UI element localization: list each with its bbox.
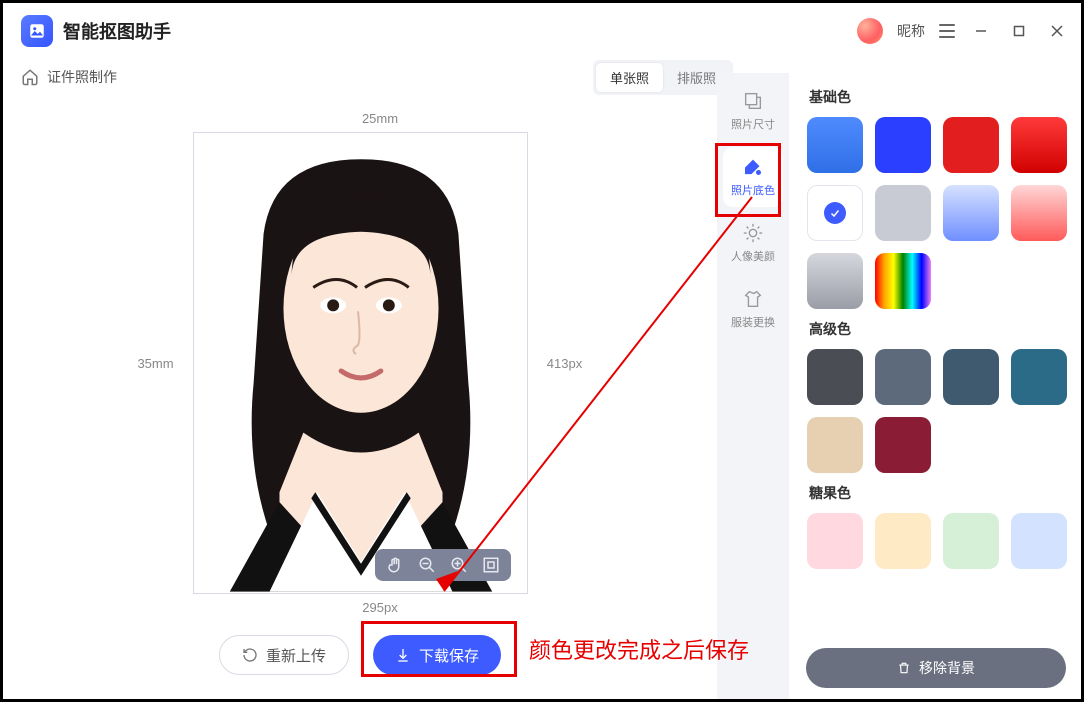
dimension-width-mm: 25mm [89,111,671,126]
swatch-candy-1[interactable] [875,513,931,569]
tool-photo-bg[interactable]: 照片底色 [723,147,783,207]
fit-icon[interactable] [481,555,501,575]
photo-frame [193,132,528,594]
app-title: 智能抠图助手 [63,18,171,44]
tool-dress[interactable]: 服装更换 [723,279,783,339]
swatch-basic-6[interactable] [943,185,999,241]
tool-dress-label: 服装更换 [731,314,775,330]
breadcrumb[interactable]: 证件照制作 [47,67,117,87]
swatch-senior-1[interactable] [875,349,931,405]
swatch-basic-4[interactable] [807,185,863,241]
zoom-in-icon[interactable] [449,555,469,575]
zoom-out-icon[interactable] [417,555,437,575]
tool-beauty-label: 人像美颜 [731,248,775,264]
remove-bg-label: 移除背景 [919,658,975,678]
group-senior-title: 高级色 [809,319,1069,339]
swatch-senior-2[interactable] [943,349,999,405]
swatch-candy-0[interactable] [807,513,863,569]
app-logo [21,15,53,47]
color-panel: 基础色 高级色 糖果色 [789,77,1081,699]
home-icon[interactable] [21,68,39,86]
hamburger-icon[interactable] [939,24,955,38]
swatch-basic-3[interactable] [1011,117,1067,173]
maximize-button[interactable] [1007,19,1031,43]
swatch-senior-5[interactable] [875,417,931,473]
swatch-candy-3[interactable] [1011,513,1067,569]
portrait-preview[interactable] [194,133,527,593]
swatch-basic-7[interactable] [1011,185,1067,241]
swatch-basic-1[interactable] [875,117,931,173]
avatar[interactable] [857,18,883,44]
reupload-label: 重新上传 [266,645,326,666]
minimize-button[interactable] [969,19,993,43]
swatch-basic-9[interactable] [875,253,931,309]
tool-beauty[interactable]: 人像美颜 [723,213,783,273]
group-candy-title: 糖果色 [809,483,1069,503]
swatch-basic-5[interactable] [875,185,931,241]
swatch-senior-0[interactable] [807,349,863,405]
nickname-label[interactable]: 昵称 [897,21,925,41]
swatch-basic-2[interactable] [943,117,999,173]
swatch-basic-0[interactable] [807,117,863,173]
group-basic-title: 基础色 [809,87,1069,107]
hand-tool-icon[interactable] [385,555,405,575]
download-button[interactable]: 下载保存 [373,635,501,675]
reupload-button[interactable]: 重新上传 [219,635,349,675]
swatch-senior-3[interactable] [1011,349,1067,405]
annotation-text: 颜色更改完成之后保存 [529,633,749,665]
remove-bg-button[interactable]: 移除背景 [806,648,1066,688]
tool-bg-label: 照片底色 [731,182,775,198]
dimension-height-px: 413px [540,356,590,371]
tool-size-label: 照片尺寸 [731,116,775,132]
dimension-height-mm: 35mm [131,356,181,371]
swatch-basic-8[interactable] [807,253,863,309]
swatch-candy-2[interactable] [943,513,999,569]
swatch-senior-4[interactable] [807,417,863,473]
download-label: 下载保存 [419,645,479,666]
close-button[interactable] [1045,19,1069,43]
tab-single[interactable]: 单张照 [596,63,663,92]
tool-photo-size[interactable]: 照片尺寸 [723,81,783,141]
dimension-width-px: 295px [89,600,671,615]
